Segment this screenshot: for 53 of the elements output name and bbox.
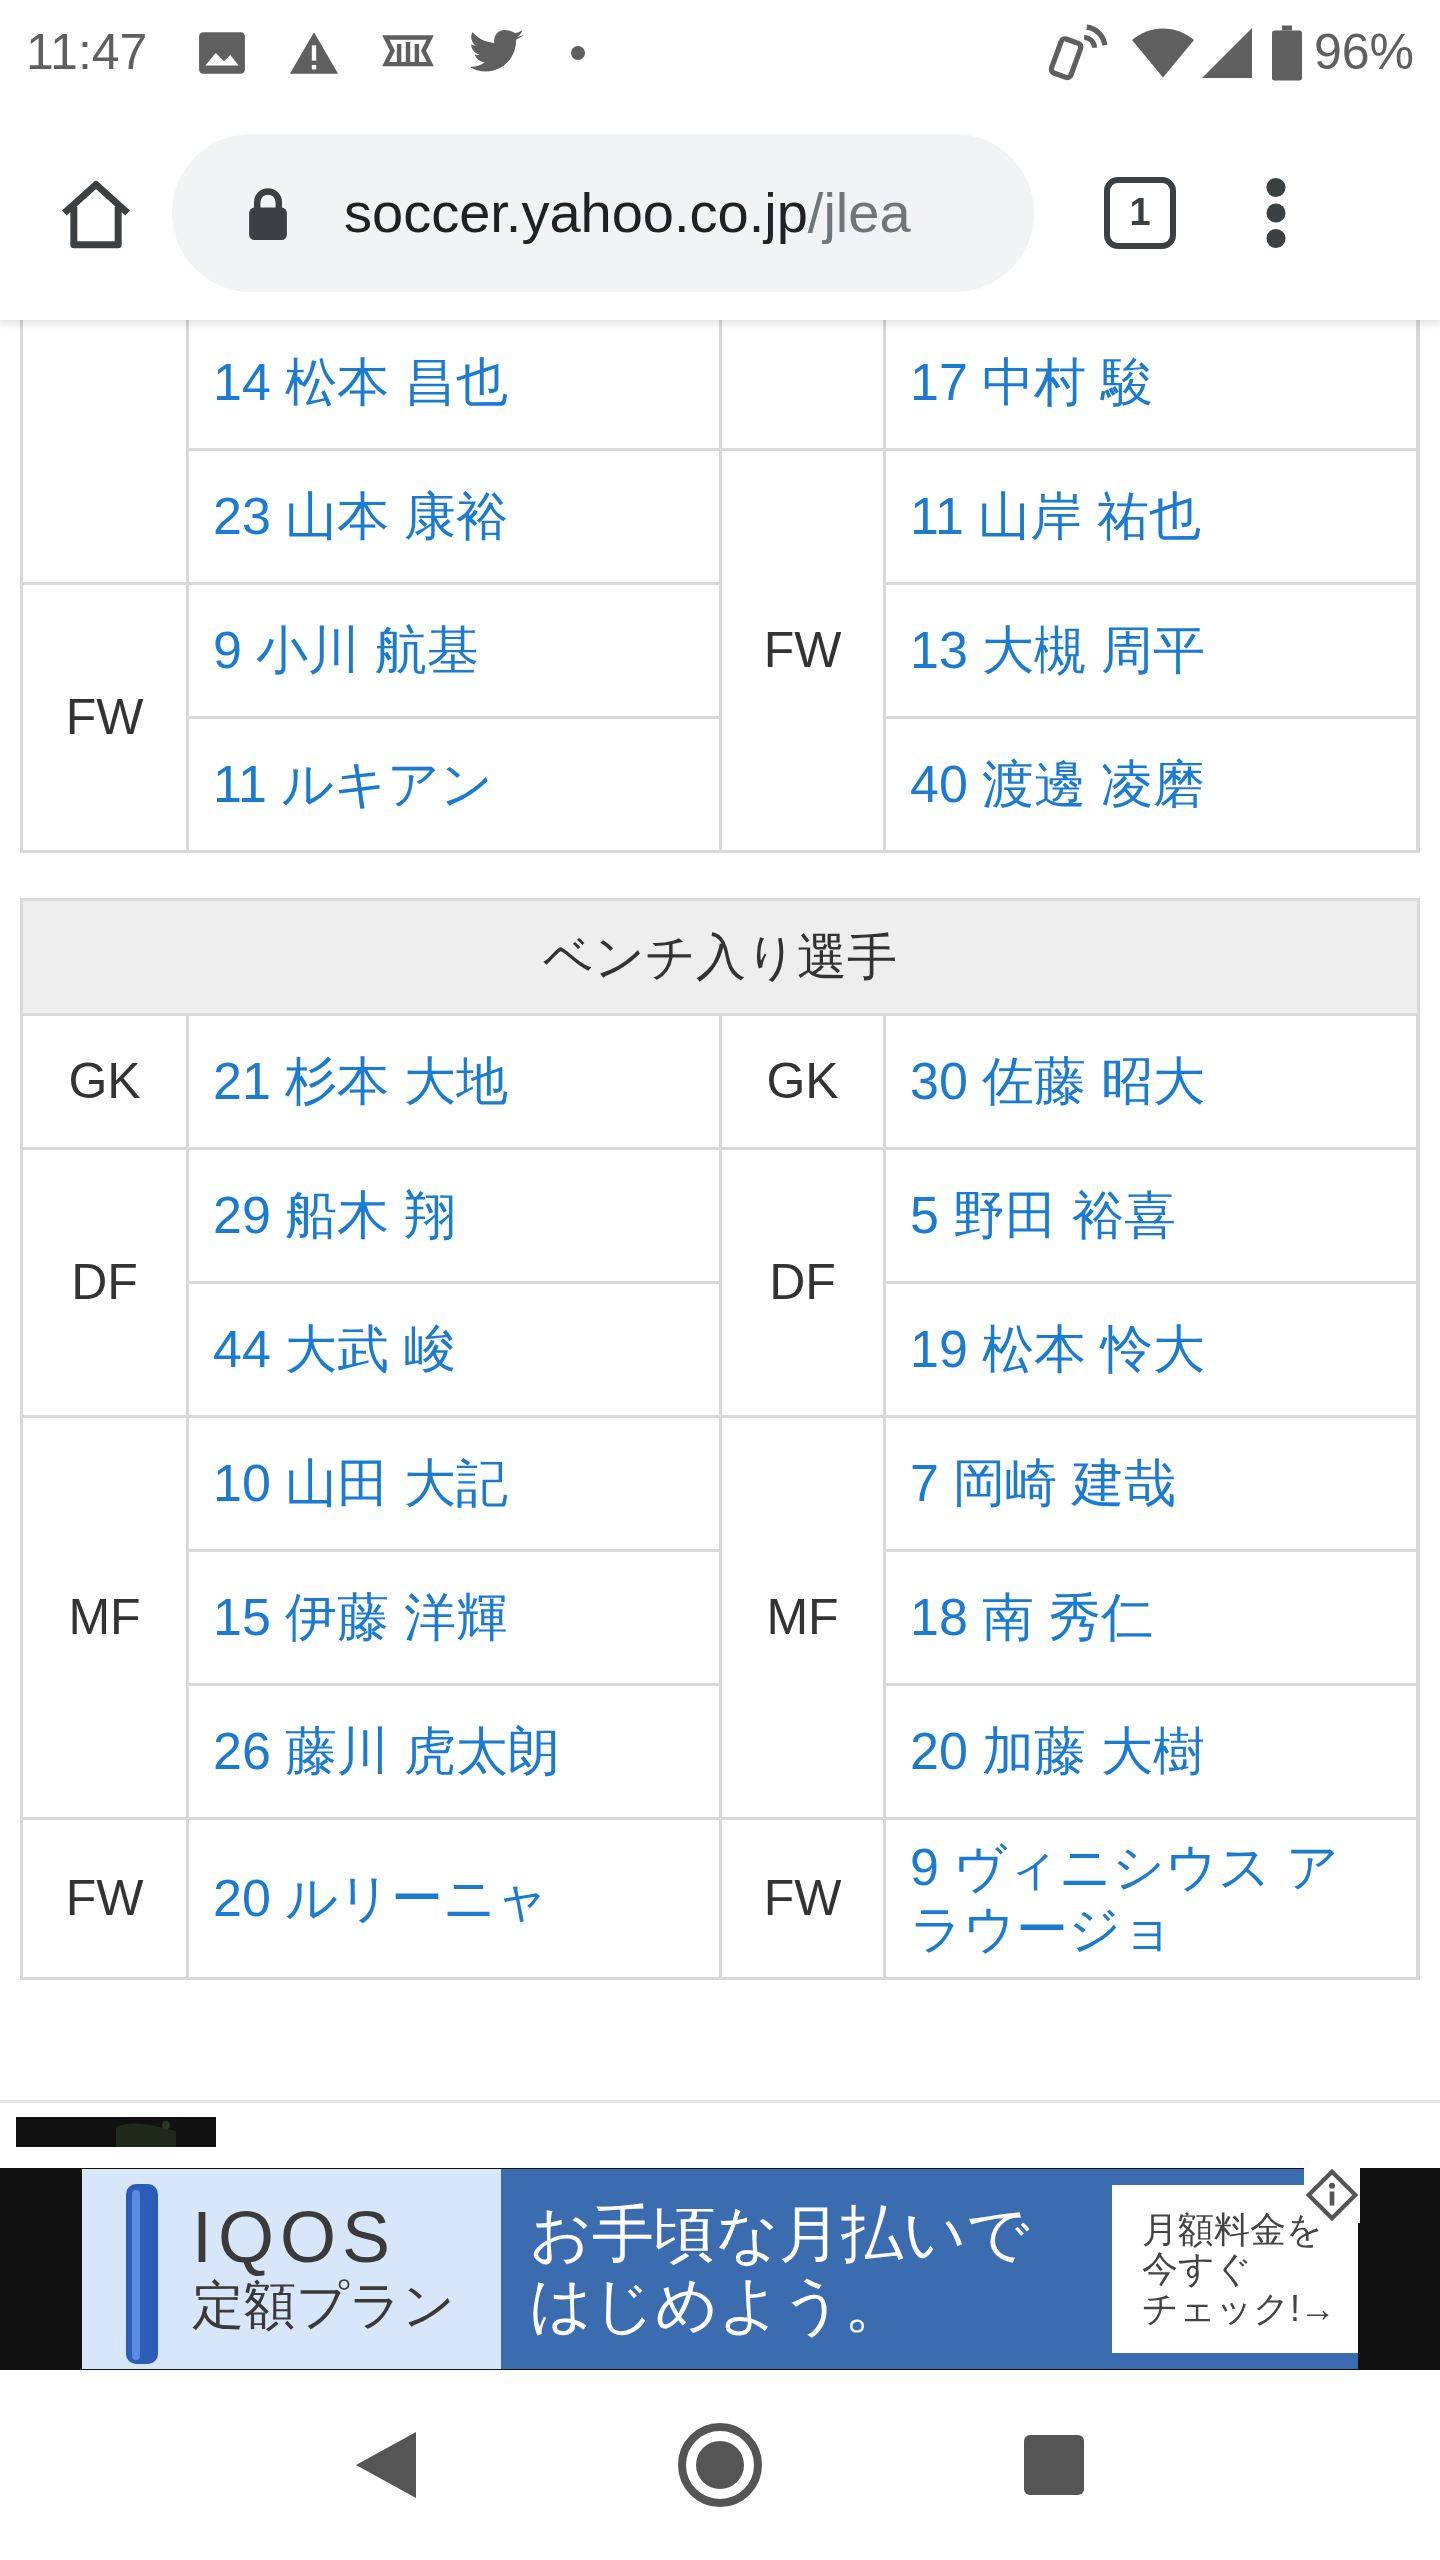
address-bar[interactable]: soccer.yahoo.co.jp/jlea <box>172 133 1034 292</box>
ad-cta-text: チェック!→ <box>1142 2288 1328 2329</box>
ad-plan: 定額プラン <box>192 2275 455 2336</box>
player-link[interactable]: 5 野田 裕喜 <box>910 1184 1176 1247</box>
player-link[interactable]: 20 加藤 大樹 <box>910 1720 1205 1783</box>
position-label: FW <box>763 621 842 680</box>
clock: 11:47 <box>26 23 148 82</box>
position-label: FW <box>65 1868 144 1928</box>
player-link[interactable]: 18 南 秀仁 <box>910 1586 1153 1649</box>
lock-icon <box>246 185 290 240</box>
player-link[interactable]: 40 渡邊 凌磨 <box>910 753 1205 816</box>
player-link[interactable]: 9 ヴィニシウス アラウージョ <box>910 1836 1372 1961</box>
player-link[interactable]: 44 大武 峻 <box>213 1318 456 1381</box>
player-link[interactable]: 23 山本 康裕 <box>213 485 508 548</box>
player-link[interactable]: 21 杉本 大地 <box>213 1050 508 1113</box>
menu-icon[interactable] <box>1266 177 1286 248</box>
position-label: FW <box>65 688 144 747</box>
signal-icon <box>1201 27 1252 78</box>
player-link[interactable]: 26 藤川 虎太朗 <box>213 1720 560 1783</box>
player-link[interactable]: 20 ルリーニャ <box>213 1867 550 1930</box>
player-link[interactable]: 10 山田 大記 <box>213 1452 508 1515</box>
position-label: GK <box>766 1052 839 1111</box>
position-label: DF <box>769 1253 836 1312</box>
ad-headline: はじめよう。 <box>529 2269 908 2341</box>
battery-level: 96% <box>1313 23 1414 82</box>
home-button-icon[interactable] <box>676 2421 764 2509</box>
position-label: FW <box>763 1868 842 1928</box>
player-link[interactable]: 13 大槻 周平 <box>910 619 1205 682</box>
tab-count-button[interactable]: 1 <box>1104 176 1176 249</box>
image-icon <box>197 29 248 76</box>
url-text: soccer.yahoo.co.jp/jlea <box>344 179 911 246</box>
ad-headline: お手頃な月払いで <box>529 2197 1031 2269</box>
ad-banner[interactable]: IQOS 定額プラン お手頃な月払いで はじめよう。 月額料金を 今すぐ チェック!→ <box>82 2169 1358 2369</box>
player-link[interactable]: 15 伊藤 洋輝 <box>213 1586 508 1649</box>
position-label: GK <box>68 1052 141 1111</box>
player-link[interactable]: 11 ルキアン <box>213 753 494 816</box>
ad-cta-text: 月額料金を <box>1142 2209 1324 2250</box>
position-label: MF <box>68 1588 141 1647</box>
position-label: DF <box>71 1253 138 1312</box>
player-link[interactable]: 9 小川 航基 <box>213 619 479 682</box>
section-title: ベンチ入り選手 <box>543 927 897 987</box>
ad-cta-text: 今すぐ <box>1142 2249 1253 2289</box>
player-link[interactable]: 14 松本 昌也 <box>213 351 508 414</box>
player-link[interactable]: 19 松本 怜大 <box>910 1318 1205 1381</box>
position-label: MF <box>766 1588 839 1647</box>
player-link[interactable]: 7 岡崎 建哉 <box>910 1452 1176 1515</box>
battery-icon <box>1271 24 1302 81</box>
player-link[interactable]: 29 船木 翔 <box>213 1184 456 1247</box>
player-link[interactable]: 17 中村 駿 <box>910 351 1153 414</box>
wifi-icon <box>1131 27 1194 78</box>
back-icon[interactable] <box>356 2432 416 2498</box>
player-link[interactable]: 11 山岸 祐也 <box>910 485 1201 548</box>
player-link[interactable]: 30 佐藤 昭大 <box>910 1050 1205 1113</box>
